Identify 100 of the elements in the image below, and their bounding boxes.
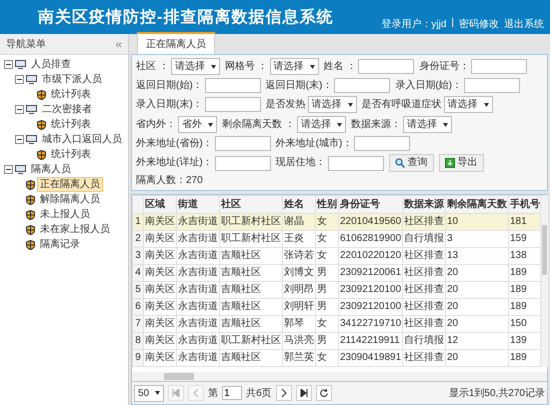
column-header[interactable]: 性别 [316, 196, 338, 214]
previous-page-button[interactable] [188, 385, 204, 401]
table-cell: 南关区 [144, 264, 176, 282]
table-cell: 职工新村社区 [220, 332, 282, 350]
input-field[interactable] [204, 97, 261, 112]
caret-icon [155, 391, 160, 395]
filter-label: 身份证号： [419, 60, 470, 72]
column-header[interactable]: 街道 [176, 196, 220, 214]
tab[interactable]: 正在隔离人员 [137, 32, 215, 54]
table-cell: 王炎 [282, 230, 316, 248]
record-summary: 显示1到50,共270记录 [448, 386, 545, 400]
table-cell: 南关区 [144, 298, 176, 316]
scroll-thumb[interactable] [164, 373, 194, 380]
caret-icon [348, 102, 353, 106]
table-cell: 20 [446, 282, 508, 298]
dropdown[interactable]: 请选择 [270, 58, 319, 75]
table-cell: 女 [316, 214, 338, 230]
table-cell: 吉顺社区 [220, 248, 282, 264]
input-field[interactable] [328, 156, 384, 170]
dropdown[interactable]: 请选择 [444, 96, 493, 113]
tree-item[interactable]: 城市入口返回人员 [39, 132, 125, 147]
next-page-button[interactable] [276, 385, 292, 401]
table-cell: 20 [446, 350, 508, 366]
table-cell: 34122719710 [338, 316, 402, 332]
export-button[interactable]: 导出 [438, 154, 484, 172]
shield-icon [26, 180, 35, 190]
caret-icon [310, 64, 315, 68]
input-field[interactable] [358, 59, 414, 74]
dropdown[interactable]: 请选择 [296, 116, 346, 133]
input-field[interactable] [214, 136, 271, 151]
tree-item[interactable]: 正在隔离人员 [37, 177, 103, 192]
column-header[interactable]: 姓名 [282, 196, 316, 214]
input-field[interactable] [471, 59, 528, 74]
filter-label: 外来地址(省份)： [136, 138, 213, 150]
table-cell: 女 [316, 248, 338, 264]
next-page-icon [280, 389, 288, 397]
table-cell: 23090419891 [338, 350, 402, 366]
collapse-icon[interactable] [15, 105, 24, 114]
table-cell: 女 [316, 350, 338, 366]
table-cell: 吉顺社区 [220, 316, 282, 332]
tree-item[interactable]: 统计列表 [48, 147, 94, 162]
caret-icon [208, 122, 213, 126]
input-field[interactable] [354, 136, 410, 151]
tree-item[interactable]: 未上报人员 [37, 207, 93, 222]
tree-item[interactable]: 人员排查 [28, 57, 74, 72]
filter-label: 外来地址(详址)： [136, 157, 213, 169]
table-cell: 南关区 [144, 230, 176, 248]
dropdown[interactable]: 请选择 [402, 116, 452, 133]
table-cell: 永吉街道 [176, 282, 220, 298]
column-header[interactable]: 身份证号 [338, 196, 402, 214]
tree-item[interactable]: 隔离记录 [37, 237, 83, 252]
first-page-button[interactable] [168, 385, 184, 401]
column-header[interactable]: 剩余隔离天数 [446, 196, 508, 214]
dropdown[interactable]: 请选择 [308, 96, 357, 113]
column-header[interactable]: 社区 [220, 196, 282, 214]
input-field[interactable] [214, 156, 271, 170]
search-button[interactable]: 查询 [388, 154, 434, 172]
tree-item[interactable]: 解除隔离人员 [37, 192, 103, 207]
horizontal-scrollbar[interactable] [132, 372, 547, 381]
table-cell: 181 [508, 214, 540, 230]
table-cell: 南关区 [144, 248, 176, 264]
scroll-thumb[interactable] [542, 225, 547, 275]
collapse-icon[interactable] [4, 60, 13, 69]
tree-item[interactable]: 隔离人员 [28, 162, 74, 177]
table-cell: 男 [316, 298, 338, 316]
tree-item[interactable]: 未在家上报人员 [37, 222, 113, 237]
table-cell: 女 [316, 316, 338, 332]
table-cell: 马洪亮 [282, 332, 316, 350]
header-link[interactable]: 密码修改 [459, 17, 499, 31]
tree-item[interactable]: 二次密接者 [39, 102, 95, 117]
vertical-scrollbar[interactable] [541, 195, 548, 367]
last-page-button[interactable] [296, 385, 312, 401]
dropdown[interactable]: 省外 [178, 116, 217, 133]
filter-label: 社区 ： [136, 60, 169, 72]
page-size-dropdown[interactable]: 50 [134, 384, 164, 402]
input-field[interactable] [334, 78, 390, 93]
filter-label: 剩余隔离天数 ： [222, 118, 295, 130]
column-header[interactable]: 手机号 [508, 196, 540, 214]
caret-icon [336, 122, 342, 126]
input-field[interactable] [464, 78, 520, 93]
input-field[interactable] [204, 78, 261, 93]
collapse-icon[interactable] [15, 135, 24, 144]
column-header[interactable]: 区域 [144, 196, 176, 214]
filter-label: 网格号 ： [224, 60, 268, 72]
collapse-icon[interactable] [15, 75, 24, 84]
dropdown[interactable]: 请选择 [170, 58, 220, 75]
refresh-button[interactable] [316, 385, 332, 401]
row-number: 6 [132, 298, 144, 316]
tree-item[interactable]: 统计列表 [48, 87, 94, 102]
monitor-icon [15, 165, 26, 174]
table-cell: 南关区 [144, 332, 176, 350]
table-cell: 永吉街道 [176, 316, 220, 332]
caret-icon [442, 122, 448, 126]
page-input[interactable]: 1 [222, 386, 242, 400]
tree-item[interactable]: 统计列表 [48, 117, 94, 132]
collapse-icon[interactable] [4, 165, 13, 174]
column-header[interactable]: 数据来源 [402, 196, 446, 214]
tree-item[interactable]: 市级下派人员 [39, 72, 105, 87]
header-link[interactable]: 退出系统 [504, 17, 544, 31]
table-cell: 自行填报 [402, 332, 446, 350]
